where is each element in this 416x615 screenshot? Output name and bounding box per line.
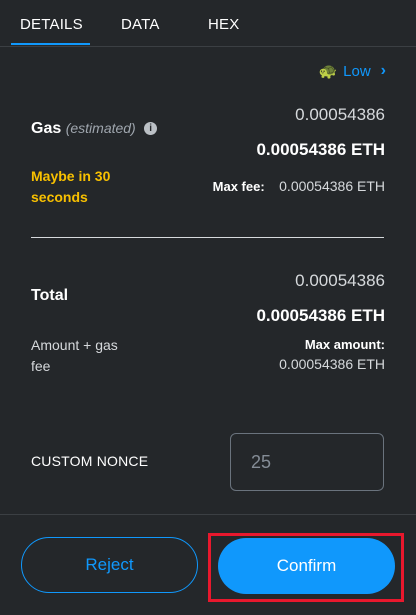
gas-speed-label: Low	[343, 62, 371, 80]
confirm-button[interactable]: Confirm	[218, 538, 395, 594]
gas-speed-selector[interactable]: 🐢 Low ›	[318, 62, 386, 80]
section-divider	[31, 237, 384, 238]
info-icon[interactable]: i	[144, 122, 158, 136]
footer-divider	[0, 514, 416, 515]
turtle-icon: 🐢	[318, 62, 338, 80]
max-fee-row: Max fee: 0.00054386 ETH	[213, 178, 385, 196]
total-subtitle: Amount + gas fee	[31, 337, 118, 374]
active-tab-indicator	[11, 43, 90, 45]
max-fee-value: 0.00054386 ETH	[279, 178, 385, 194]
gas-estimated-note: (estimated)	[65, 120, 136, 136]
total-amount-secondary: 0.00054386	[295, 271, 385, 290]
tab-bar: DETAILS DATA HEX	[0, 0, 416, 47]
max-amount-label: Max amount:	[304, 337, 385, 352]
max-amount-value: 0.00054386 ETH	[279, 356, 385, 372]
tab-hex[interactable]: HEX	[208, 16, 239, 33]
tab-data[interactable]: DATA	[121, 16, 160, 33]
chevron-right-icon: ›	[380, 62, 386, 79]
gas-timing-estimate: Maybe in 30 seconds	[31, 168, 111, 205]
custom-nonce-label: CUSTOM NONCE	[31, 453, 149, 469]
total-amount-primary: 0.00054386 ETH	[256, 306, 385, 325]
reject-button[interactable]: Reject	[21, 537, 198, 593]
gas-label-row: Gas (estimated) i	[31, 120, 158, 138]
gas-amount-primary: 0.00054386 ETH	[256, 140, 385, 159]
gas-label: Gas	[31, 120, 62, 137]
tab-details[interactable]: DETAILS	[20, 16, 83, 33]
total-label: Total	[31, 287, 69, 304]
custom-nonce-input[interactable]	[230, 433, 384, 491]
max-fee-label: Max fee:	[212, 179, 265, 194]
gas-amount-secondary: 0.00054386	[295, 105, 385, 124]
